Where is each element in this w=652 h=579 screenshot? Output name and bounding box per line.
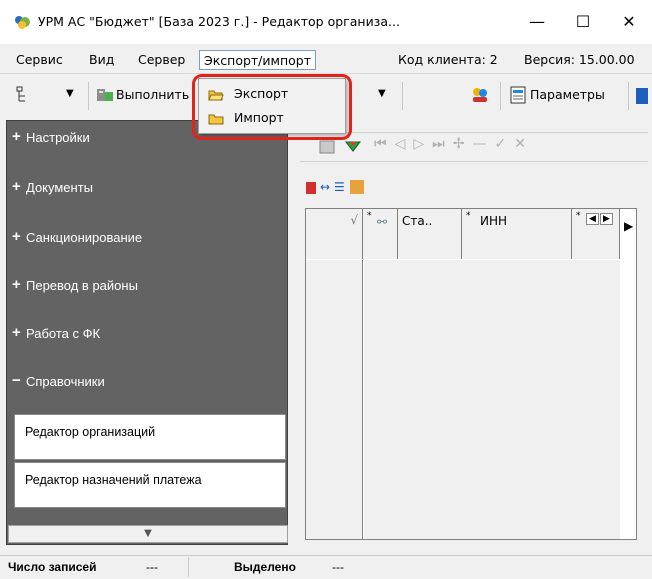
tree-icon[interactable] — [16, 86, 34, 104]
chevron-down-icon[interactable]: ▼ — [66, 88, 74, 99]
add-row-icon[interactable] — [306, 182, 316, 194]
toolbar-separator — [88, 82, 89, 110]
grid-column-scroll[interactable]: * ◀ ▶ — [572, 209, 620, 259]
expand-icon: + — [12, 128, 21, 145]
nav-section-sanction[interactable]: + Санкционирование — [8, 226, 288, 274]
toolbar-separator — [402, 82, 403, 110]
column-header-label: ИНН — [480, 214, 508, 228]
selected-count-label: Выделено — [234, 560, 296, 574]
nav-section-fk[interactable]: + Работа с ФК — [8, 322, 288, 370]
app-icon — [14, 14, 32, 30]
nav-section-label: Перевод в районы — [26, 278, 138, 293]
window-title: УРМ АС "Бюджет" [База 2023 г.] - Редакто… — [38, 14, 400, 29]
maximize-button[interactable]: ☐ — [560, 0, 606, 44]
nav-item-payment-purpose-editor[interactable]: Редактор назначений платежа — [14, 462, 286, 508]
columns-icon[interactable] — [350, 180, 364, 194]
list-icon[interactable]: ☰ — [334, 180, 345, 194]
collapse-icon: − — [12, 372, 21, 389]
scroll-down-button[interactable]: ▼ — [8, 525, 288, 543]
status-separator — [188, 557, 189, 577]
close-button[interactable]: ✕ — [606, 0, 652, 44]
refresh-icon[interactable] — [318, 138, 336, 156]
nav-section-label: Справочники — [26, 374, 105, 389]
chevron-down-icon[interactable]: ▼ — [378, 88, 386, 99]
menu-view[interactable]: Вид — [85, 50, 118, 70]
row-indicator-column — [306, 260, 363, 539]
nav-item-label: Редактор организаций — [25, 425, 156, 439]
menu-service[interactable]: Сервис — [12, 50, 67, 70]
parameters-button[interactable]: Параметры — [530, 87, 605, 102]
nav-section-label: Настройки — [26, 130, 90, 145]
client-code: Код клиента: 2 — [398, 52, 498, 67]
toolbar-separator — [628, 82, 629, 110]
nav-section-label: Документы — [26, 180, 94, 195]
version-label: Версия: 15.00.00 — [524, 52, 635, 67]
nav-section-transfer[interactable]: + Перевод в районы — [8, 274, 288, 322]
nav-section-references[interactable]: − Справочники — [8, 370, 288, 418]
records-count-label: Число записей — [8, 560, 97, 574]
expand-icon: + — [12, 178, 21, 195]
link-icon: ⚯ — [377, 215, 388, 229]
filter-icon[interactable] — [344, 138, 362, 156]
scroll-right-arrow[interactable]: ▶ — [624, 219, 633, 233]
grid-row-indicator-header: √ — [306, 209, 363, 259]
minimize-button[interactable]: — — [514, 0, 560, 44]
expand-icon: + — [12, 276, 21, 293]
link-icon[interactable]: ↔ — [320, 180, 330, 194]
expand-icon: + — [12, 324, 21, 341]
nav-section-documents[interactable]: + Документы — [8, 176, 288, 224]
execute-button[interactable]: Выполнить — [116, 87, 189, 102]
selected-count-value: --- — [332, 560, 344, 574]
execute-icon — [96, 86, 114, 104]
extra-icon[interactable] — [636, 88, 648, 104]
highlight-annotation — [192, 74, 352, 140]
parameters-icon — [510, 86, 526, 104]
nav-item-org-editor[interactable]: Редактор организаций — [14, 414, 286, 460]
status-bar — [0, 555, 652, 579]
records-count-value: --- — [146, 560, 158, 574]
grid-column-status[interactable]: Ста.. — [398, 209, 462, 259]
grid-column-inn[interactable]: * ИНН — [462, 209, 572, 259]
nav-item-label: Редактор назначений платежа — [25, 473, 202, 487]
toolbar-separator — [500, 82, 501, 110]
menu-server[interactable]: Сервер — [134, 50, 189, 70]
grid-body — [364, 260, 620, 539]
expand-icon: + — [12, 228, 21, 245]
navigation-buttons: ⏮◁▷⏭✢—✓✕ — [374, 136, 534, 152]
nav-section-label: Работа с ФК — [26, 326, 101, 341]
column-header-label: Ста.. — [402, 214, 433, 228]
grid-link-column-header[interactable]: * ⚯ — [363, 209, 398, 259]
users-icon[interactable] — [470, 86, 490, 104]
menu-export-import[interactable]: Экспорт/импорт — [199, 50, 316, 70]
nav-section-label: Санкционирование — [26, 230, 143, 245]
